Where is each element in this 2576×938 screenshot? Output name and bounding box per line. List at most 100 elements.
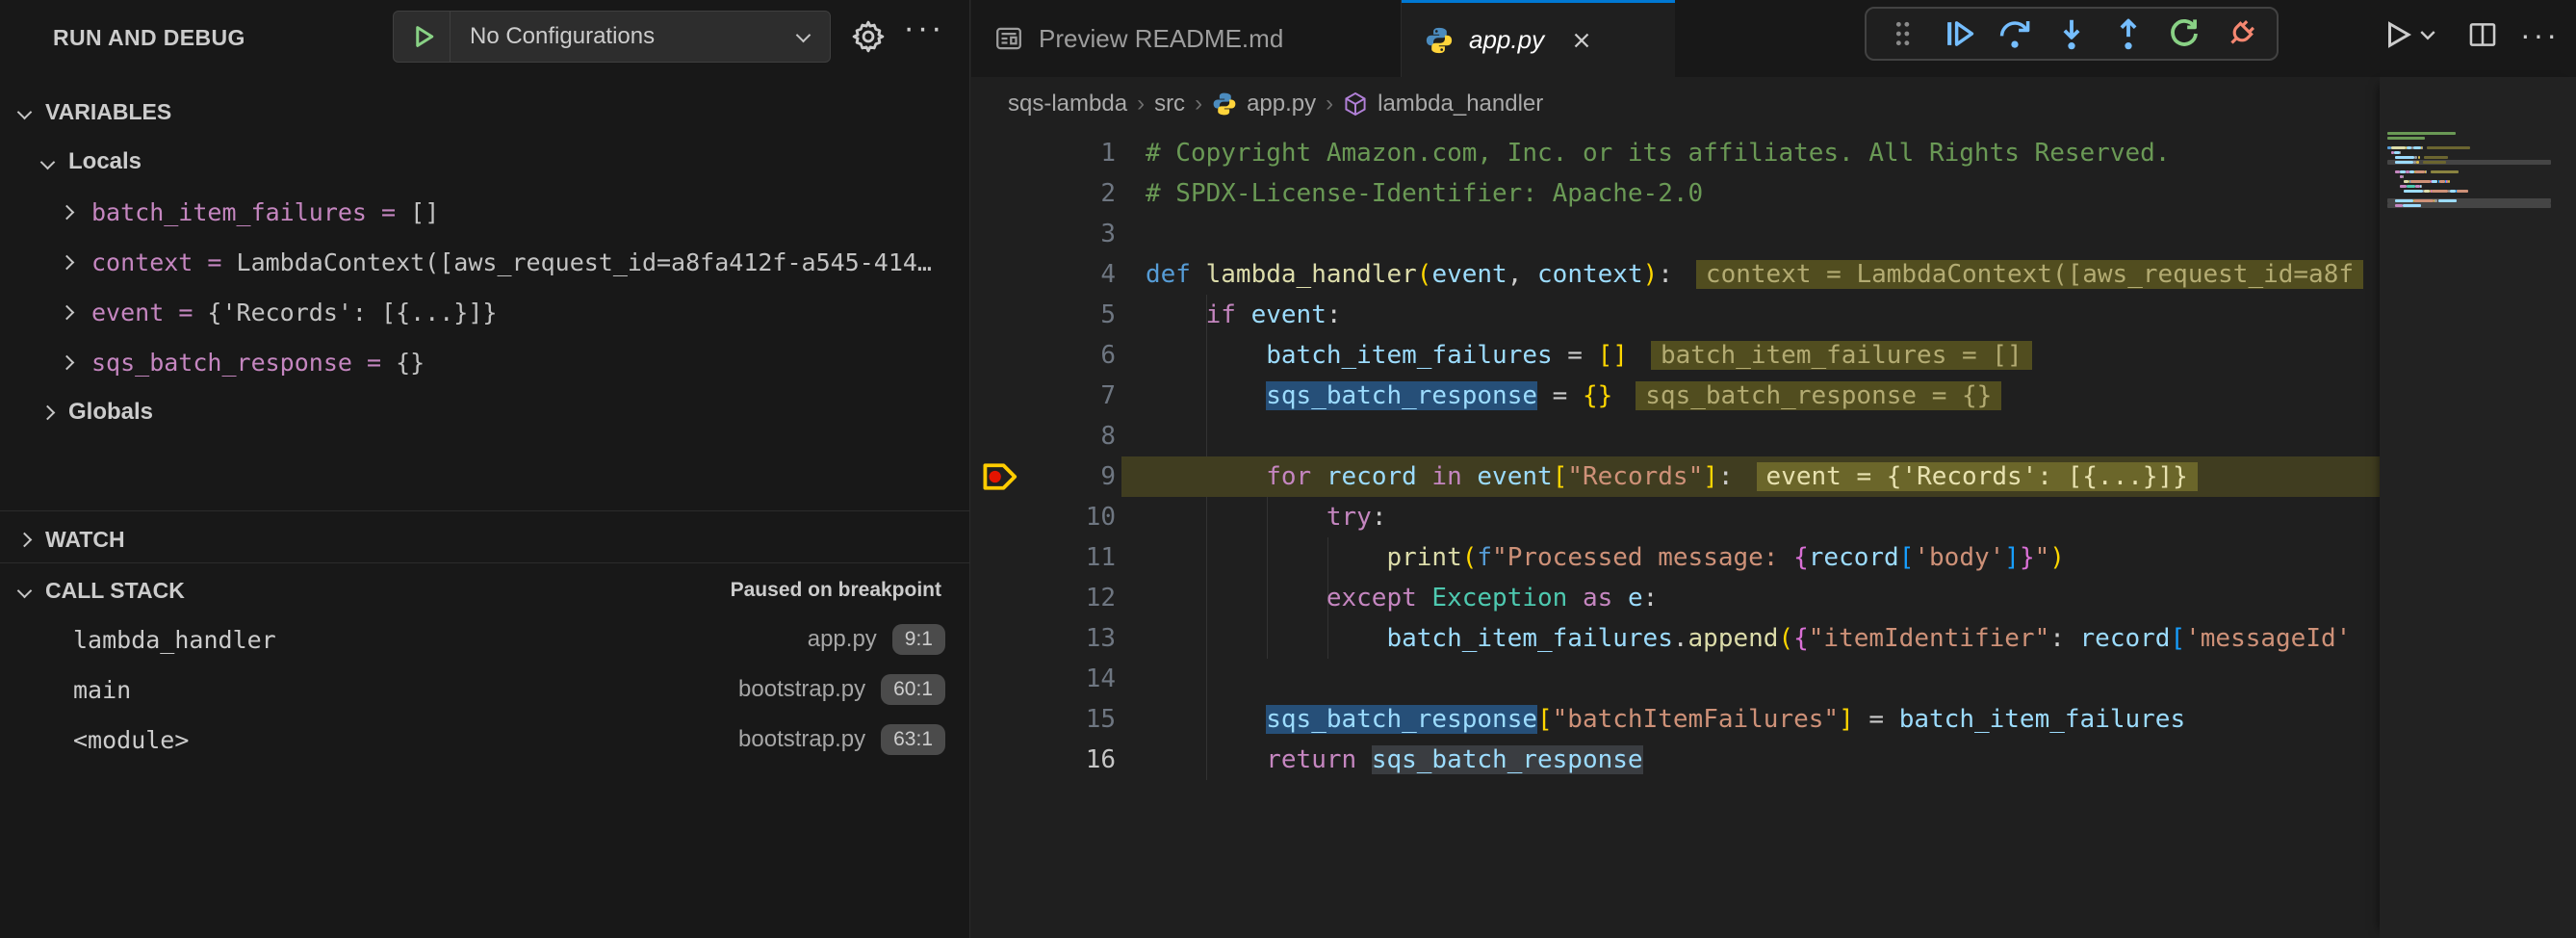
more-actions-icon[interactable]: ··· xyxy=(895,10,953,56)
minimap-content xyxy=(2387,131,2576,208)
frame-file: bootstrap.py xyxy=(738,676,865,703)
code-token xyxy=(1146,300,1206,329)
variable-equals: = xyxy=(164,299,207,326)
chevron-right-icon xyxy=(60,204,75,220)
frame-line-badge: 60:1 xyxy=(881,674,945,705)
code-token: return xyxy=(1266,745,1372,774)
debug-restart-icon[interactable] xyxy=(2161,11,2207,57)
variable-row[interactable]: sqs_batch_response = {} xyxy=(0,337,970,387)
code-line[interactable]: 11 print(f"Processed message: {record['b… xyxy=(971,537,2380,578)
code-token: = xyxy=(1854,705,1899,734)
code-token xyxy=(1146,584,1327,612)
line-number: 1 xyxy=(971,133,1116,173)
minimap-token-bar xyxy=(2415,170,2424,173)
run-file-icon[interactable] xyxy=(2380,17,2414,52)
minimap-token-bar xyxy=(2403,204,2421,207)
variables-section-header[interactable]: VARIABLES xyxy=(0,87,970,137)
breadcrumb-item[interactable]: lambda_handler xyxy=(1378,91,1543,117)
variable-equals: = xyxy=(352,349,396,377)
split-editor-icon[interactable] xyxy=(2466,18,2499,51)
code-line[interactable]: 10 try: xyxy=(971,497,2380,537)
minimap-token-bar xyxy=(2448,180,2450,183)
minimap[interactable] xyxy=(2380,77,2576,938)
call-stack-section-header[interactable]: CALL STACK Paused on breakpoint xyxy=(0,566,970,614)
debug-disconnect-icon[interactable] xyxy=(2218,11,2264,57)
code-line[interactable]: 9 for record in event["Records"]:event =… xyxy=(971,456,2380,497)
code-token xyxy=(1146,462,1266,491)
debug-config-dropdown[interactable]: No Configurations xyxy=(393,11,831,63)
code-line[interactable]: 5 if event: xyxy=(971,295,2380,335)
drag-handle-icon[interactable] xyxy=(1879,11,1925,57)
code-line[interactable]: 12 except Exception as e: xyxy=(971,578,2380,618)
more-actions-icon[interactable]: ··· xyxy=(2520,17,2560,53)
stack-frame-row[interactable]: <module>bootstrap.py63:1 xyxy=(0,715,970,765)
code-line[interactable]: 4def lambda_handler(event, context):cont… xyxy=(971,254,2380,295)
variable-row[interactable]: context = LambdaContext([aws_request_id=… xyxy=(0,237,970,287)
line-content: except Exception as e: xyxy=(1146,578,1658,618)
code-line[interactable]: 1 # Copyright Amazon.com, Inc. or its aff… xyxy=(971,133,2380,173)
breadcrumb-item[interactable]: sqs-lambda xyxy=(1008,91,1127,117)
code-line[interactable]: 7 sqs_batch_response = {}sqs_batch_respo… xyxy=(971,376,2380,416)
code-token: record xyxy=(2080,624,2171,653)
code-line[interactable]: 14 xyxy=(971,659,2380,699)
code-token: . xyxy=(1673,624,1688,653)
variable-row[interactable]: batch_item_failures = [] xyxy=(0,187,970,237)
variables-header-label: VARIABLES xyxy=(45,99,171,125)
line-content: return sqs_batch_response xyxy=(1146,740,1643,780)
debug-continue-icon[interactable] xyxy=(1936,11,1982,57)
code-token: "batchItemFailures" xyxy=(1553,705,1839,734)
code-token: batch_item_failures xyxy=(1386,624,1672,653)
tab-app-py[interactable]: app.py xyxy=(1402,0,1675,77)
code-line[interactable]: 15 sqs_batch_response["batchItemFailures… xyxy=(971,699,2380,740)
code-line[interactable]: 16 return sqs_batch_response xyxy=(971,740,2380,780)
variable-row[interactable]: event = {'Records': [{...}]} xyxy=(0,287,970,337)
minimap-token-bar xyxy=(2439,180,2445,183)
code-line[interactable]: 8 xyxy=(971,416,2380,456)
variable-scope-row[interactable]: Globals xyxy=(0,387,970,437)
line-content: # Copyright Amazon.com, Inc. or its affi… xyxy=(1146,133,2170,173)
line-number: 14 xyxy=(971,659,1116,699)
close-icon[interactable] xyxy=(1569,28,1594,53)
chevron-down-icon xyxy=(17,583,33,598)
breadcrumb-item[interactable]: src xyxy=(1154,91,1185,117)
tab-preview-readme[interactable]: Preview README.md xyxy=(971,0,1402,77)
frame-location: bootstrap.py63:1 xyxy=(738,724,970,755)
scope-label: Locals xyxy=(68,148,142,175)
breadcrumb-separator: › xyxy=(1195,91,1202,117)
code-token: record xyxy=(1327,462,1417,491)
debug-step-out-icon[interactable] xyxy=(2105,11,2151,57)
watch-section-header[interactable]: WATCH xyxy=(0,514,970,564)
code-lines: 1 # Copyright Amazon.com, Inc. or its aff… xyxy=(971,133,2380,780)
line-number: 9 xyxy=(971,456,1116,497)
stack-frame-row[interactable]: lambda_handlerapp.py9:1 xyxy=(0,614,970,664)
call-stack-body: lambda_handlerapp.py9:1mainbootstrap.py6… xyxy=(0,614,970,765)
code-line[interactable]: 13 batch_item_failures.append({"itemIden… xyxy=(971,618,2380,659)
code-line[interactable]: 3 xyxy=(971,214,2380,254)
line-number: 2 xyxy=(971,173,1116,214)
breadcrumb-item[interactable]: app.py xyxy=(1247,91,1316,117)
code-token: : xyxy=(1372,503,1387,532)
code-editor[interactable]: 1 # Copyright Amazon.com, Inc. or its aff… xyxy=(971,133,2380,938)
debug-step-into-icon[interactable] xyxy=(2048,11,2095,57)
code-token xyxy=(1146,341,1266,370)
line-content: sqs_batch_response["batchItemFailures"] … xyxy=(1146,699,2185,740)
run-and-debug-sidebar: RUN AND DEBUG No Configurations ··· VARI… xyxy=(0,0,970,938)
run-dropdown-chevron-icon[interactable] xyxy=(2416,23,2439,46)
gear-icon[interactable] xyxy=(845,13,891,60)
minimap-hint-bar xyxy=(2427,146,2470,149)
frame-function: lambda_handler xyxy=(73,626,276,654)
watch-section: WATCH xyxy=(0,514,970,564)
minimap-hint-bar xyxy=(2424,156,2448,159)
minimap-hint-bar xyxy=(2423,161,2446,164)
code-line[interactable]: 2# SPDX-License-Identifier: Apache-2.0 xyxy=(971,173,2380,214)
debug-step-over-icon[interactable] xyxy=(1992,11,2038,57)
line-content: def lambda_handler(event, context):conte… xyxy=(1146,254,2363,295)
code-token: event xyxy=(1251,300,1327,329)
line-content: batch_item_failures.append({"itemIdentif… xyxy=(1146,618,2351,659)
code-token: ( xyxy=(1417,260,1432,289)
stack-frame-row[interactable]: mainbootstrap.py60:1 xyxy=(0,664,970,715)
code-token: print xyxy=(1386,543,1461,572)
code-token: ) xyxy=(1643,260,1659,289)
code-line[interactable]: 6 batch_item_failures = []batch_item_fai… xyxy=(971,335,2380,376)
variable-scope-row[interactable]: Locals xyxy=(0,137,970,187)
